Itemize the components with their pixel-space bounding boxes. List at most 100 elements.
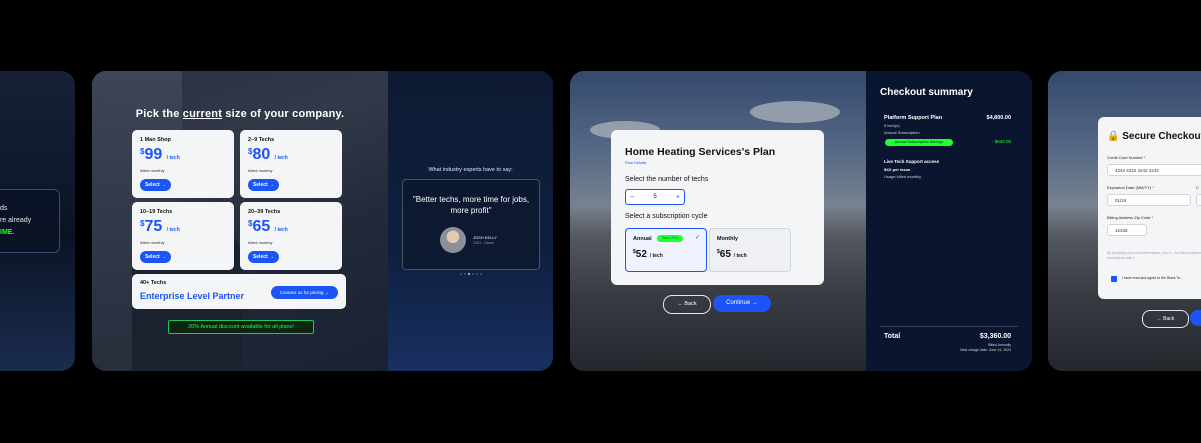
plan-name: 40+ Techs <box>140 280 167 286</box>
minus-button[interactable]: − <box>626 194 638 201</box>
plan-title: Home Heating Services's Plan <box>625 146 776 158</box>
testimonial-quote: "Better techs, more time for jobs, more … <box>412 195 530 215</box>
select-button[interactable]: Select → <box>248 251 279 263</box>
showcase-frame: ds re already IME. Pick the current size… <box>0 0 1201 443</box>
discount-banner: 20% Annual discount available for all pl… <box>168 320 314 334</box>
currency: $ <box>140 219 145 228</box>
select-button[interactable]: Select → <box>140 179 171 191</box>
currency: $ <box>140 147 145 156</box>
next-charge-date: Next charge date: June 14, 2024 <box>960 348 1011 352</box>
select-button[interactable]: Select → <box>140 251 171 263</box>
pay-button[interactable] <box>1190 310 1201 326</box>
carousel-dots[interactable] <box>460 273 482 275</box>
total-value: $3,360.00 <box>979 333 1011 340</box>
divider <box>880 326 1018 327</box>
info-text-line: ds <box>0 205 8 212</box>
testimonial-author: JOSH KELLY <box>473 235 497 240</box>
billing-note: billed monthly <box>140 168 165 173</box>
billing-frequency: Billed Annually <box>988 343 1011 347</box>
secure-checkout-title: 🔒 Secure Checkout <box>1107 131 1201 142</box>
expiration-input[interactable]: 01/24 <box>1107 194 1191 206</box>
live-support-title: Live Tech Support access <box>884 159 940 164</box>
info-text-highlight: IME. <box>0 229 15 236</box>
select-button[interactable]: Select → <box>248 179 279 191</box>
price-value: 99 <box>144 146 163 163</box>
plan-card-20-39[interactable]: 20–39 Techs $65 / tech billed monthly Se… <box>240 202 342 270</box>
option-price: $52 / tech <box>633 249 663 260</box>
secure-checkout-screen: 🔒 Secure Checkout Credit Card Number * 4… <box>1048 71 1201 371</box>
per-issue-price: $XX per issue <box>884 167 911 172</box>
testimonial-role: COO - Clover <box>473 241 495 245</box>
plan-name: 2–9 Techs <box>248 137 275 143</box>
page-title: Pick the current size of your company. <box>92 108 388 120</box>
card-number-input[interactable]: 4242 4242 4242 4242 <box>1107 164 1201 176</box>
plan-name: 10–19 Techs <box>140 209 173 215</box>
savings-value: - $640.00 <box>991 139 1011 144</box>
price-unit: / tech <box>274 227 288 233</box>
required-marker: * <box>1152 185 1154 190</box>
previous-screen-panel: ds re already IME. <box>0 71 75 371</box>
billing-note: billed monthly <box>248 240 273 245</box>
zip-input[interactable]: 12345 <box>1107 224 1147 236</box>
option-price: $65 / tech <box>717 249 747 260</box>
plan-line-price: $4,800.00 <box>986 115 1011 121</box>
selected-check-icon: ✓ <box>694 235 700 241</box>
plan-price: $75 / tech <box>140 218 180 236</box>
plan-name: 1 Man Shop <box>140 137 171 143</box>
continue-button[interactable]: Continue → <box>713 295 771 312</box>
price-unit: / tech <box>166 155 180 161</box>
price-value: 75 <box>144 218 163 235</box>
plan-card-enterprise[interactable]: 40+ Techs Enterprise Level Partner Conne… <box>132 274 346 309</box>
plan-modal: Home Heating Services's Plan Plan Detail… <box>611 130 824 285</box>
techs-stepper[interactable]: − 5 + <box>625 189 685 205</box>
lock-icon: 🔒 <box>1107 131 1120 142</box>
carousel-dot[interactable] <box>464 273 466 275</box>
back-button[interactable]: ← Back <box>663 295 711 314</box>
agree-checkbox[interactable] <box>1111 276 1117 282</box>
plan-price: $80 / tech <box>248 146 288 164</box>
price-unit: / tech <box>166 227 180 233</box>
plan-card-1-man[interactable]: 1 Man Shop $99 / tech billed monthly Sel… <box>132 130 234 198</box>
summary-title: Checkout summary <box>880 87 973 98</box>
techs-count[interactable]: 5 <box>649 194 660 200</box>
plan-card-2-9[interactable]: 2–9 Techs $80 / tech billed monthly Sele… <box>240 130 342 198</box>
techs-label: Select the number of techs <box>625 176 709 183</box>
back-button[interactable]: ← Back <box>1142 310 1189 328</box>
annual-option[interactable]: Annual Save 20% ✓ $52 / tech <box>625 228 707 272</box>
secure-title-text: Secure Checkout <box>1122 131 1201 142</box>
zip-label: Billing Address Zip Code * <box>1107 215 1153 220</box>
testimonial-heading: What industry experts have to say: <box>428 167 513 173</box>
required-marker: * <box>1143 155 1146 160</box>
price-value: 65 <box>252 218 271 235</box>
billing-note: billed monthly <box>248 168 273 173</box>
plus-button[interactable]: + <box>672 194 684 201</box>
usage-note: Usage billed monthly <box>884 174 922 179</box>
cycle-label: Select a subscription cycle <box>625 213 708 220</box>
info-text-line: re already <box>0 217 32 224</box>
plan-details-link[interactable]: Plan Details <box>625 160 646 165</box>
plan-card-10-19[interactable]: 10–19 Techs $75 / tech billed monthly Se… <box>132 202 234 270</box>
price-unit: / tech <box>649 253 663 259</box>
price-value: 65 <box>719 249 731 260</box>
expiration-label: Expiration Date (MM/YY) * <box>1107 185 1154 190</box>
subscription-note: Annual Subscription <box>884 130 920 135</box>
plan-price: $99 / tech <box>140 146 180 164</box>
carousel-dot[interactable] <box>480 273 482 275</box>
checkout-summary: Checkout summary Platform Support Plan $… <box>866 71 1032 371</box>
monthly-option[interactable]: Monthly $65 / tech <box>709 228 791 272</box>
required-marker: * <box>1151 215 1154 220</box>
cvc-input[interactable] <box>1196 194 1201 206</box>
carousel-dot[interactable] <box>460 273 462 275</box>
cvc-label: C <box>1196 185 1199 190</box>
avatar <box>440 227 466 253</box>
save-badge: Save 20% <box>657 235 683 242</box>
label-text: Expiration Date (MM/YY) <box>1107 185 1152 190</box>
carousel-dot[interactable] <box>472 273 474 275</box>
title-underlined: current <box>182 108 223 120</box>
contact-pricing-button[interactable]: Connect us for pricing → <box>271 286 338 299</box>
agree-label: I have read and agree to the Black To... <box>1122 276 1184 280</box>
enterprise-title: Enterprise Level Partner <box>140 291 245 301</box>
carousel-dot[interactable] <box>476 273 478 275</box>
carousel-dot-active[interactable] <box>468 273 470 275</box>
label-text: Billing Address Zip Code <box>1107 215 1151 220</box>
